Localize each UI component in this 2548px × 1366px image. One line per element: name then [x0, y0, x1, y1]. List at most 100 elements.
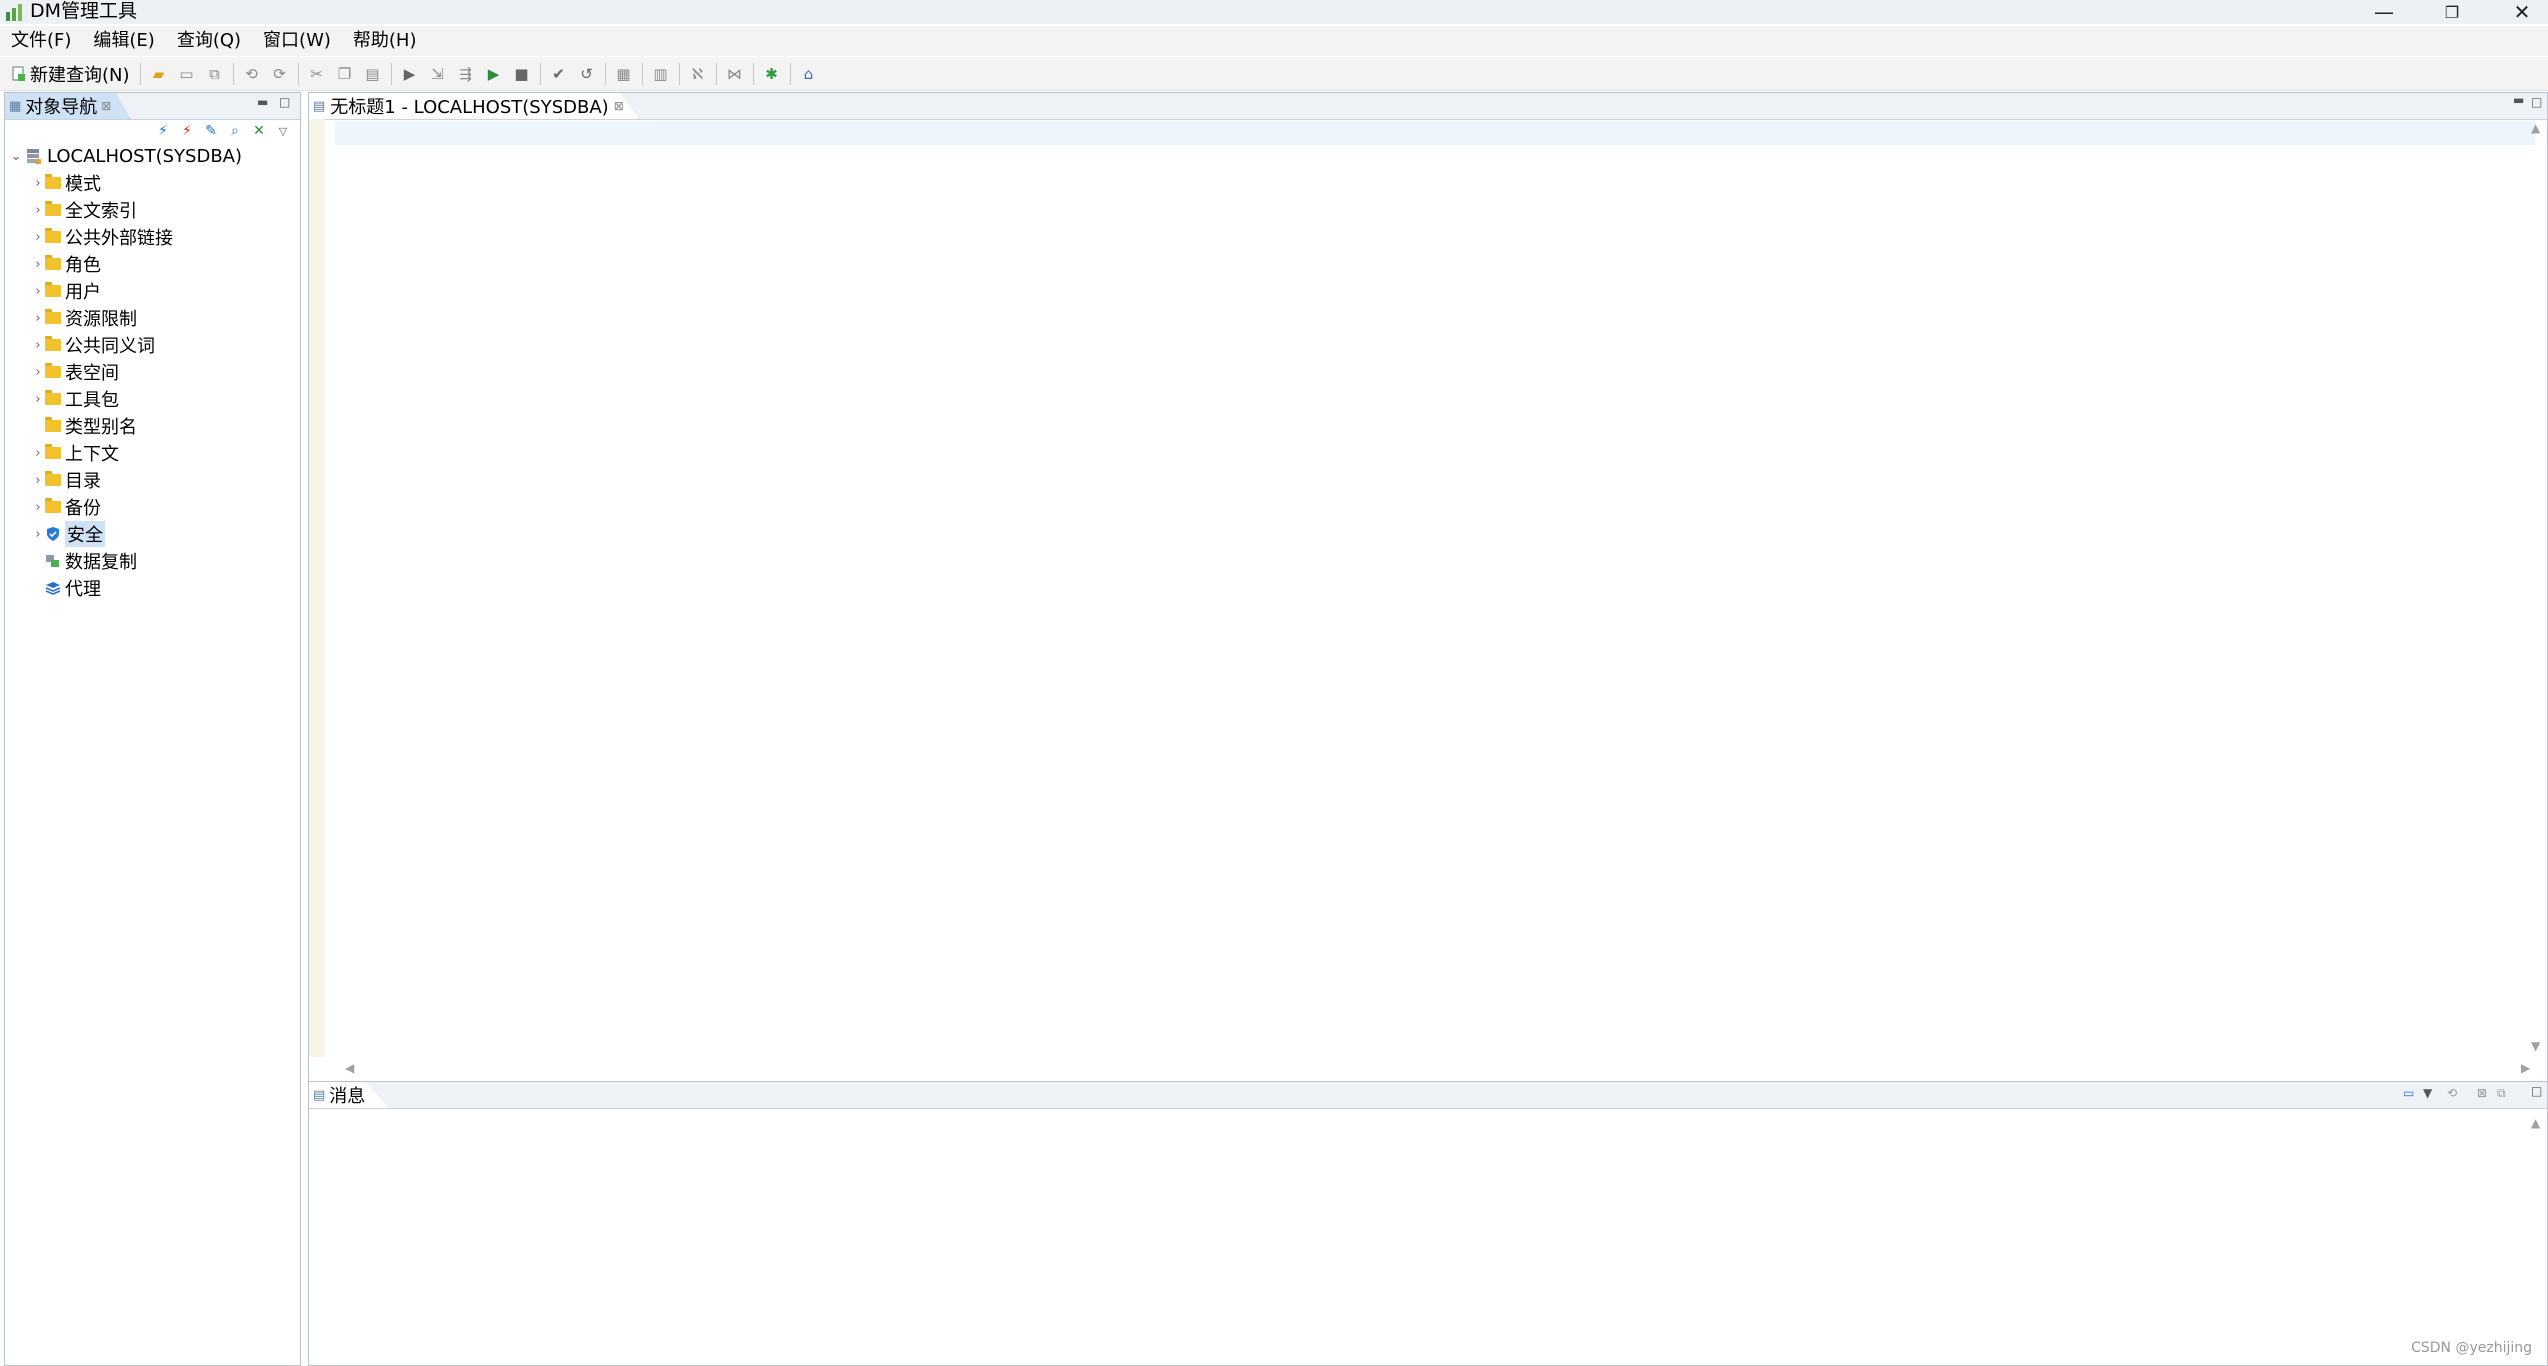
minimize-panel-icon[interactable]: ▬ [257, 95, 268, 109]
chevron-right-icon[interactable]: › [31, 203, 45, 218]
messages-icon: ▤ [313, 1087, 326, 1103]
maximize-panel-icon[interactable]: □ [279, 95, 290, 109]
tree-item-schema[interactable]: › 模式 [31, 170, 101, 196]
tree-item-security[interactable]: › 安全 [31, 521, 105, 547]
remove-all-icon[interactable]: ⧉ [2497, 1086, 2506, 1101]
maximize-button[interactable]: ❐ [2420, 0, 2484, 24]
tree-item-users[interactable]: › 用户 [31, 278, 101, 304]
scroll-right-icon[interactable]: ▶ [2521, 1061, 2530, 1075]
horizontal-scrollbar[interactable]: ◀ ▶ [325, 1057, 2547, 1079]
format-icon[interactable]: ℵ [684, 60, 712, 88]
tree-item-roles[interactable]: › 角色 [31, 251, 101, 277]
close-tab-icon[interactable]: ⊠ [614, 99, 624, 113]
tree-item-directory[interactable]: › 目录 [31, 467, 101, 493]
chevron-right-icon[interactable]: › [31, 176, 45, 191]
execute-icon[interactable]: ▶ [396, 60, 424, 88]
open-icon[interactable]: ▰ [145, 60, 173, 88]
scroll-up-icon[interactable]: ▲ [2531, 121, 2540, 135]
remove-icon[interactable]: ⊠ [2477, 1086, 2487, 1100]
chevron-right-icon[interactable]: › [31, 365, 45, 380]
menu-edit[interactable]: 编辑(E) [82, 26, 165, 56]
close-button[interactable]: ✕ [2490, 0, 2548, 24]
maximize-panel-icon[interactable]: □ [2531, 95, 2542, 109]
tab-messages[interactable]: ▤ 消息 [309, 1082, 389, 1108]
home-icon[interactable]: ⌂ [795, 60, 823, 88]
tree-item-label: 工具包 [65, 390, 119, 411]
tree-item-public-dblink[interactable]: › 公共外部链接 [31, 224, 173, 250]
paste-icon[interactable]: ▤ [359, 60, 387, 88]
calendar-icon[interactable]: ▥ [647, 60, 675, 88]
tree-item-tablespaces[interactable]: › 表空间 [31, 359, 119, 385]
tree-item-context[interactable]: › 上下文 [31, 440, 119, 466]
folder-icon [45, 174, 61, 189]
display-icon[interactable]: ▭ [2403, 1086, 2414, 1100]
minimize-panel-icon[interactable]: ▬ [2513, 93, 2524, 107]
scroll-down-icon[interactable]: ▼ [2531, 1039, 2540, 1053]
dropdown-icon[interactable]: ▼ [2423, 1086, 2432, 1100]
execute-script-icon[interactable]: ▶ [480, 60, 508, 88]
view-menu-icon[interactable]: ▽ [272, 121, 294, 141]
debug-bug-icon[interactable]: ✱ [758, 60, 786, 88]
cut-icon[interactable]: ✂ [303, 60, 331, 88]
chevron-right-icon[interactable]: › [31, 473, 45, 488]
tree-item-data-replication[interactable]: 数据复制 [31, 548, 137, 574]
tree-item-label: 模式 [65, 174, 101, 195]
tree-root[interactable]: ⌄ LOCALHOST(SYSDBA) [9, 143, 242, 169]
rollback-icon[interactable]: ↺ [573, 60, 601, 88]
disconnect-icon[interactable]: ⚡ [176, 121, 198, 141]
undo-icon[interactable]: ⟲ [238, 60, 266, 88]
connect-icon[interactable]: ⚡ [152, 121, 174, 141]
save-icon[interactable]: ▭ [173, 60, 201, 88]
menu-query[interactable]: 查询(Q) [166, 26, 252, 56]
folder-icon [45, 309, 61, 324]
new-query-button[interactable]: 新建查询(N) [6, 60, 136, 88]
tab-object-navigator[interactable]: ▦ 对象导航 ⊠ [5, 93, 131, 119]
minimize-button[interactable]: — [2352, 0, 2416, 24]
execute-line-icon[interactable]: ⇶ [452, 60, 480, 88]
editor-tab-bar: ▤ 无标题1 - LOCALHOST(SYSDBA) ⊠ ▬ □ [309, 93, 2547, 120]
scroll-up-icon[interactable]: ▲ [2531, 1116, 2540, 1130]
tree-item-backup[interactable]: › 备份 [31, 494, 101, 520]
maximize-panel-icon[interactable]: □ [2531, 1084, 2542, 1098]
tree-item-type-alias[interactable]: 类型别名 [31, 413, 137, 439]
menu-help[interactable]: 帮助(H) [342, 26, 428, 56]
chevron-right-icon[interactable]: › [31, 338, 45, 353]
shield-icon [47, 527, 59, 541]
chevron-right-icon[interactable]: › [31, 311, 45, 326]
chevron-right-icon[interactable]: › [31, 446, 45, 461]
tree-item-fulltext-index[interactable]: › 全文索引 [31, 197, 137, 223]
current-line-highlight[interactable] [335, 121, 2535, 145]
menu-file[interactable]: 文件(F) [0, 26, 82, 56]
collapse-all-icon[interactable]: ✕ [248, 121, 270, 141]
tree-item-resource-limits[interactable]: › 资源限制 [31, 305, 137, 331]
scroll-left-icon[interactable]: ◀ [345, 1061, 354, 1075]
tree-item-public-synonyms[interactable]: › 公共同义词 [31, 332, 155, 358]
toolbar-separator [789, 62, 791, 85]
save-all-icon[interactable]: ⧉ [201, 60, 229, 88]
search-icon[interactable]: ⌕ [224, 121, 246, 141]
tree-item-label: 备份 [65, 498, 101, 519]
close-tab-icon[interactable]: ⊠ [101, 99, 111, 113]
chevron-right-icon[interactable]: › [31, 500, 45, 515]
vertical-scrollbar[interactable]: ▲ ▼ [2527, 119, 2547, 1057]
chevron-right-icon[interactable]: › [31, 527, 45, 542]
chevron-right-icon[interactable]: › [31, 230, 45, 245]
chevron-down-icon[interactable]: ⌄ [9, 149, 23, 164]
explain-plan-icon[interactable]: ▦ [610, 60, 638, 88]
chevron-right-icon[interactable]: › [31, 392, 45, 407]
redo-icon[interactable]: ⟳ [266, 60, 294, 88]
debug-step-icon[interactable]: ⋈ [721, 60, 749, 88]
copy-icon[interactable]: ❐ [331, 60, 359, 88]
tab-untitled-query[interactable]: ▤ 无标题1 - LOCALHOST(SYSDBA) ⊠ [309, 93, 639, 119]
edit-icon[interactable]: ✎ [200, 121, 222, 141]
chevron-right-icon[interactable]: › [31, 284, 45, 299]
stop-icon[interactable]: ■ [508, 60, 536, 88]
chevron-right-icon[interactable]: › [31, 257, 45, 272]
commit-icon[interactable]: ✔ [545, 60, 573, 88]
clear-icon[interactable]: ⟲ [2447, 1086, 2457, 1100]
tree-item-packages[interactable]: › 工具包 [31, 386, 119, 412]
execute-step-icon[interactable]: ⇲ [424, 60, 452, 88]
menu-window[interactable]: 窗口(W) [252, 26, 342, 56]
tree-item-label: 上下文 [65, 444, 119, 465]
tree-item-agent[interactable]: 代理 [31, 575, 101, 601]
